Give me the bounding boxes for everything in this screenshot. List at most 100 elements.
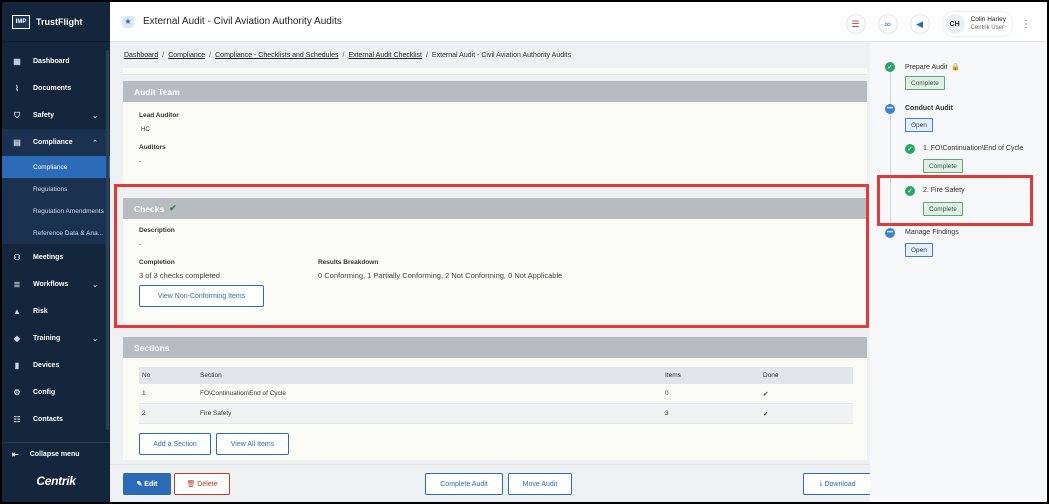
megaphone-icon[interactable]: ◀ <box>909 14 930 34</box>
sidebar-item-label: Config <box>33 389 56 396</box>
notes-icon[interactable]: ☰ <box>845 14 866 34</box>
results-breakdown-label: Results Breakdown <box>318 259 379 266</box>
contacts-icon: ☷ <box>13 415 21 424</box>
sidebar-item-workflows[interactable]: ≣ Workflows ⌄ <box>2 271 110 298</box>
sidebar-item-training[interactable]: ◆ Training ⌄ <box>2 325 110 352</box>
sidebar-item-label: Compliance <box>33 139 73 146</box>
app-window: IMP TrustFlight ▦ Dashboard ⌇ Documents ⛉ S… <box>2 2 1047 502</box>
step-complete-icon: ✓ <box>885 62 895 72</box>
add-section-button[interactable]: Add a Section <box>139 433 211 455</box>
check-icon: ✔ <box>169 203 177 213</box>
sidebar-item-dashboard[interactable]: ▦ Dashboard <box>2 48 110 75</box>
audit-team-heading: Audit Team <box>123 81 867 102</box>
sections-card: No Section Items Done 1 FO\Continuation\… <box>123 358 867 460</box>
breadcrumb-compliance[interactable]: Compliance <box>168 52 205 59</box>
sidebar-scrollbar[interactable] <box>106 50 109 430</box>
breadcrumb: Dashboard / Compliance / Compliance - Checkl… <box>124 52 572 59</box>
collapse-menu-label: Collapse menu <box>29 451 80 458</box>
breadcrumb-checklists[interactable]: Compliance - Checklists and Schedules <box>215 52 338 59</box>
results-breakdown-value: 0 Conforming, 1 Partially Conforming, 2 … <box>318 271 563 280</box>
workflow-substep-1: 1. FO\Continuation\End of Cycle <box>923 145 1024 152</box>
audit-team-card: Lead Auditor HC Auditors - <box>123 102 867 186</box>
user-role: Centrik User <box>970 25 1004 31</box>
column-section: Section <box>200 372 222 379</box>
conduct-status-badge[interactable]: Open <box>905 118 933 132</box>
sidebar: IMP TrustFlight ▦ Dashboard ⌇ Documents ⛉ S… <box>2 2 110 502</box>
auditors-label: Auditors <box>139 144 166 151</box>
subnav-item-regulation-amendments[interactable]: Regulation Amendments <box>2 200 110 222</box>
prepare-status-badge[interactable]: Complete <box>905 76 945 90</box>
workflow-step-prepare: Prepare Audit 🔒 <box>905 63 960 71</box>
step-complete-icon: ✓ <box>905 144 915 154</box>
user-info: Colin Harley Centrik User <box>971 15 1006 33</box>
sidebar-item-contacts[interactable]: ☷ Contacts <box>2 406 110 433</box>
sidebar-item-label: Dashboard <box>33 58 70 65</box>
sidebar-item-documents[interactable]: ⌇ Documents <box>2 75 110 102</box>
table-row[interactable]: 1 FO\Continuation\End of Cycle 0 ✔ <box>139 384 853 404</box>
subnav-item-compliance[interactable]: Compliance <box>2 156 110 178</box>
findings-status-badge[interactable]: Open <box>905 243 933 257</box>
table-row[interactable]: 2 Fire Safety 3 ✔ <box>139 404 853 424</box>
dashboard-icon: ▦ <box>13 57 21 66</box>
main-content: Audit Team Lead Auditor HC Auditors - Ch… <box>123 68 867 460</box>
substep-1-status-badge[interactable]: Complete <box>923 159 963 173</box>
completion-value: 3 of 3 checks completed <box>139 271 220 280</box>
workflow-step-conduct: Conduct Audit <box>905 105 953 112</box>
row-items: 0 <box>665 390 669 397</box>
sidebar-item-devices[interactable]: ▮ Devices <box>2 352 110 379</box>
breadcrumb-dashboard[interactable]: Dashboard <box>124 52 158 59</box>
page-title-main: External Audit <box>143 16 205 27</box>
completion-label: Completion <box>139 259 175 266</box>
row-no: 1 <box>142 390 146 397</box>
substep-2-status-badge[interactable]: Complete <box>923 202 963 216</box>
collapse-menu-button[interactable]: ⇤ Collapse menu <box>2 442 110 466</box>
column-no: No <box>142 372 151 379</box>
complete-audit-button[interactable]: Complete Audit <box>425 473 503 495</box>
graduation-cap-icon: ◆ <box>13 334 21 343</box>
chevron-down-icon: ⌄ <box>92 335 98 343</box>
logo[interactable]: IMP TrustFlight <box>2 2 110 42</box>
link-icon[interactable]: ∞ <box>877 14 898 34</box>
meetings-icon: ⚇ <box>13 253 21 262</box>
download-label: Download <box>824 480 856 488</box>
sidebar-item-label: Risk <box>33 308 48 315</box>
done-check-icon: ✔ <box>763 390 769 398</box>
sidebar-item-config[interactable]: ⚙ Config <box>2 379 110 406</box>
devices-icon: ▮ <box>14 361 20 370</box>
delete-label: Delete <box>197 480 218 488</box>
auditors-value: - <box>139 158 142 165</box>
sidebar-item-meetings[interactable]: ⚇ Meetings <box>2 244 110 271</box>
sidebar-item-label: Training <box>33 335 61 342</box>
delete-button[interactable]: 🗑 Delete <box>174 473 230 495</box>
view-non-conforming-button[interactable]: View Non-Conforming Items <box>139 285 264 307</box>
sidebar-item-label: Safety <box>33 112 55 119</box>
config-icon: ⚙ <box>13 388 21 397</box>
sidebar-item-risk[interactable]: ▲ Risk <box>2 298 110 325</box>
breadcrumb-external-audit-checklist[interactable]: External Audit Checklist <box>348 52 422 59</box>
subnav-item-regulations[interactable]: Regulations <box>2 178 110 200</box>
lock-icon: 🔒 <box>951 64 961 71</box>
subnav-item-reference-data[interactable]: Reference Data & Ana... <box>2 222 110 244</box>
step-in-progress-icon: ••• <box>885 104 895 114</box>
paperclip-icon: ⌇ <box>15 84 19 93</box>
more-icon[interactable]: ⋮ <box>1021 19 1031 30</box>
sections-heading: Sections <box>123 337 867 358</box>
workflow-step-findings: Manage Findings <box>905 229 959 236</box>
row-section: FO\Continuation\End of Cycle <box>200 390 286 397</box>
sidebar-nav: ▦ Dashboard ⌇ Documents ⛉ Safety ⌄ ▤ Complian… <box>2 42 110 433</box>
top-bar: ★ External Audit - Civil Aviation Author… <box>110 2 1047 42</box>
row-items: 3 <box>665 410 669 417</box>
sidebar-item-safety[interactable]: ⛉ Safety ⌄ <box>2 102 110 129</box>
edit-button[interactable]: ✎ Edit <box>123 473 171 495</box>
row-no: 2 <box>142 410 146 417</box>
download-button[interactable]: ⤓ Download <box>803 473 872 495</box>
view-all-items-button[interactable]: View All Items <box>216 433 289 455</box>
lead-auditor-label: Lead Auditor <box>139 112 179 119</box>
workflow-substep-2: 2. Fire Safety <box>923 187 965 194</box>
collapse-icon: ⇤ <box>12 450 19 459</box>
move-audit-button[interactable]: Move Audit <box>508 473 572 495</box>
page-title-sub: Civil Aviation Authority Audits <box>213 16 342 27</box>
sidebar-item-label: Contacts <box>33 416 63 423</box>
sidebar-item-compliance[interactable]: ▤ Compliance ⌃ <box>2 129 110 156</box>
user-menu[interactable]: CH Colin Harley Centrik User <box>941 11 1013 37</box>
